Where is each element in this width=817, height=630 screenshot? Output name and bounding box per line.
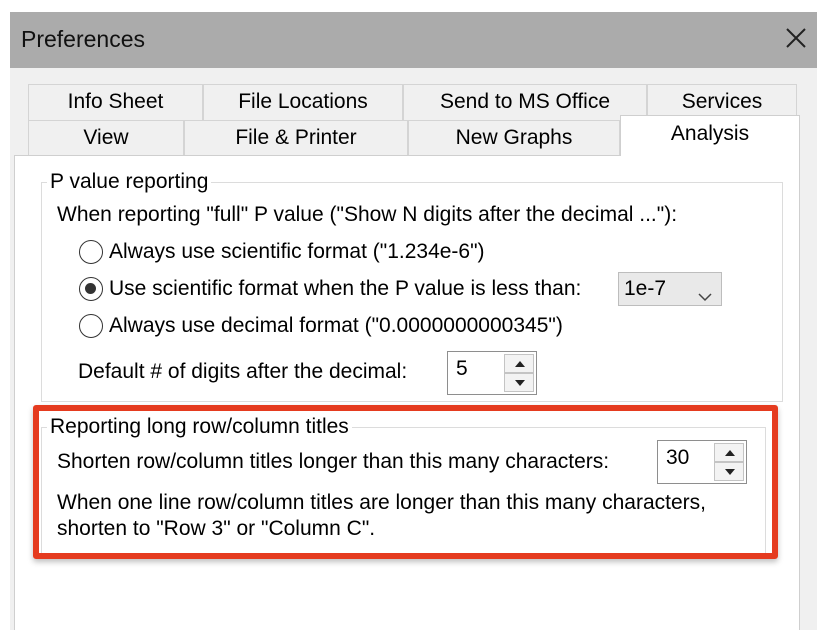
digits-label: Default # of digits after the decimal: — [78, 360, 408, 383]
tab-file-and-printer[interactable]: File & Printer — [184, 120, 408, 156]
tab-new-graphs[interactable]: New Graphs — [408, 120, 620, 156]
shorten-stepper-value[interactable]: 30 — [666, 446, 689, 470]
analysis-tab-pane: P value reporting When reporting "full" … — [14, 155, 800, 630]
chevron-down-icon — [697, 282, 713, 302]
title-bar: Preferences — [10, 12, 817, 68]
digits-increment-button[interactable] — [504, 354, 534, 373]
triangle-down-icon — [725, 469, 735, 475]
shorten-increment-button[interactable] — [714, 443, 744, 462]
digits-stepper[interactable]: 5 — [447, 351, 537, 395]
shorten-label: Shorten row/column titles longer than th… — [57, 450, 610, 473]
radio-scientific-threshold-label[interactable]: Use scientific format when the P value i… — [109, 277, 581, 301]
radio-always-decimal-label[interactable]: Always use decimal format ("0.0000000000… — [109, 314, 563, 338]
window-title: Preferences — [21, 26, 146, 52]
tab-info-sheet[interactable]: Info Sheet — [28, 84, 203, 120]
shorten-stepper[interactable]: 30 — [657, 440, 747, 484]
triangle-down-icon — [515, 380, 525, 386]
titles-legend: Reporting long row/column titles — [47, 416, 352, 438]
digits-stepper-value[interactable]: 5 — [456, 357, 468, 381]
triangle-up-icon — [725, 450, 735, 456]
p-value-legend: P value reporting — [47, 171, 212, 193]
tab-view[interactable]: View — [28, 120, 184, 156]
top-strip — [10, 0, 817, 12]
shorten-decrement-button[interactable] — [714, 462, 744, 481]
digits-decrement-button[interactable] — [504, 373, 534, 392]
titles-note-line1: When one line row/column titles are long… — [57, 491, 706, 514]
p-value-intro: When reporting "full" P value ("Show N d… — [57, 203, 678, 226]
radio-always-decimal[interactable] — [79, 314, 103, 338]
tab-file-locations[interactable]: File Locations — [203, 84, 403, 120]
triangle-up-icon — [515, 361, 525, 367]
close-icon[interactable] — [779, 21, 813, 55]
threshold-select-value: 1e-7 — [624, 277, 667, 300]
titles-note-line2: shorten to "Row 3" or "Column C". — [57, 517, 376, 540]
radio-always-scientific-label[interactable]: Always use scientific format ("1.234e-6"… — [109, 240, 485, 264]
radio-scientific-threshold[interactable] — [79, 277, 103, 301]
radio-always-scientific[interactable] — [79, 240, 103, 264]
tab-analysis[interactable]: Analysis — [620, 115, 800, 156]
threshold-select[interactable]: 1e-7 — [618, 272, 722, 306]
tab-send-to-ms-office[interactable]: Send to MS Office — [403, 84, 647, 120]
